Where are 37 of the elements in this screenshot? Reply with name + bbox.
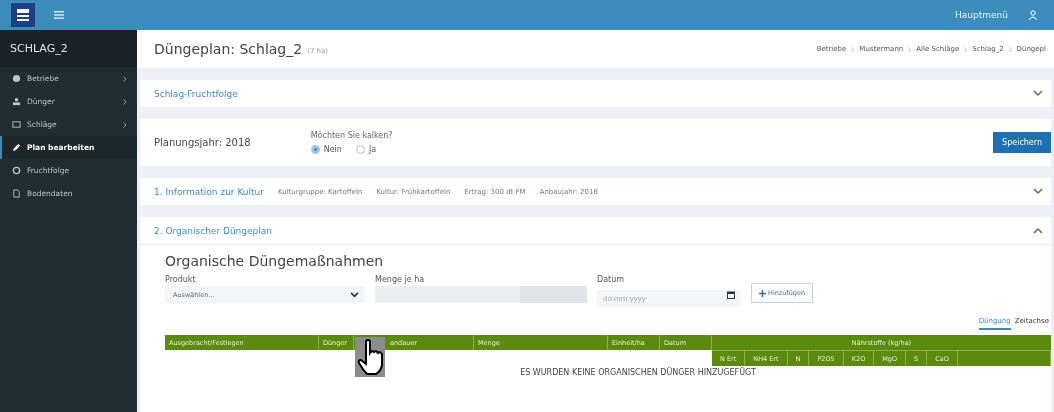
date-field[interactable]: dd.mm.yyyy	[597, 290, 741, 307]
question-label: Möchten Sie kalken?	[310, 131, 393, 140]
unit-box	[520, 286, 587, 303]
radio-option[interactable]: Nein	[310, 145, 342, 154]
section-heading: Organische Düngemaßnahmen	[165, 253, 385, 269]
sidebar-item-icon	[12, 143, 21, 152]
user-icon[interactable]	[1028, 10, 1038, 20]
panel-title[interactable]: 1. Information zur Kultur	[154, 186, 264, 197]
page-title: Düngeplan: Schlag_2	[154, 41, 303, 57]
hand-cursor-icon	[355, 337, 385, 377]
sidebar-item-icon	[12, 120, 21, 129]
sidebar-item-icon	[12, 189, 21, 198]
breadcrumb-separator-icon	[1008, 46, 1012, 52]
empty-table-message: ES WURDEN KEINE ORGANISCHEN DÜNGER HINZUGEFÜGT	[519, 368, 757, 377]
radio-option[interactable]: Ja	[355, 145, 377, 154]
calendar-icon[interactable]	[727, 290, 735, 299]
chevron-icon[interactable]	[1033, 227, 1043, 234]
sidebar-item-icon	[12, 97, 21, 106]
chevron-icon[interactable]	[1033, 90, 1043, 97]
sidebar-item-icon	[12, 74, 21, 83]
panel-title[interactable]: Schlag-Fruchtfolge	[154, 88, 238, 99]
breadcrumb-separator-icon	[964, 46, 968, 52]
menu-icon[interactable]	[54, 11, 64, 19]
panel-title[interactable]: 2. Organischer Düngeplan	[154, 225, 272, 236]
planning-year: Planungsjahr: 2018	[154, 137, 251, 148]
field-label: Produkt	[165, 275, 197, 284]
chevron-icon	[350, 291, 359, 298]
field-label: Datum	[597, 275, 626, 284]
field-label: Menge je ha	[375, 275, 426, 284]
save-button[interactable]: Speichern	[993, 132, 1051, 153]
chevron-icon[interactable]	[1033, 188, 1043, 195]
breadcrumb-separator-icon	[851, 46, 855, 52]
sidebar-item-icon	[12, 166, 21, 175]
plus-icon	[759, 289, 766, 297]
logo-icon[interactable]	[8, 0, 38, 30]
sidebar-title: SCHLAG_2	[0, 30, 137, 67]
breadcrumb-separator-icon	[908, 46, 912, 52]
